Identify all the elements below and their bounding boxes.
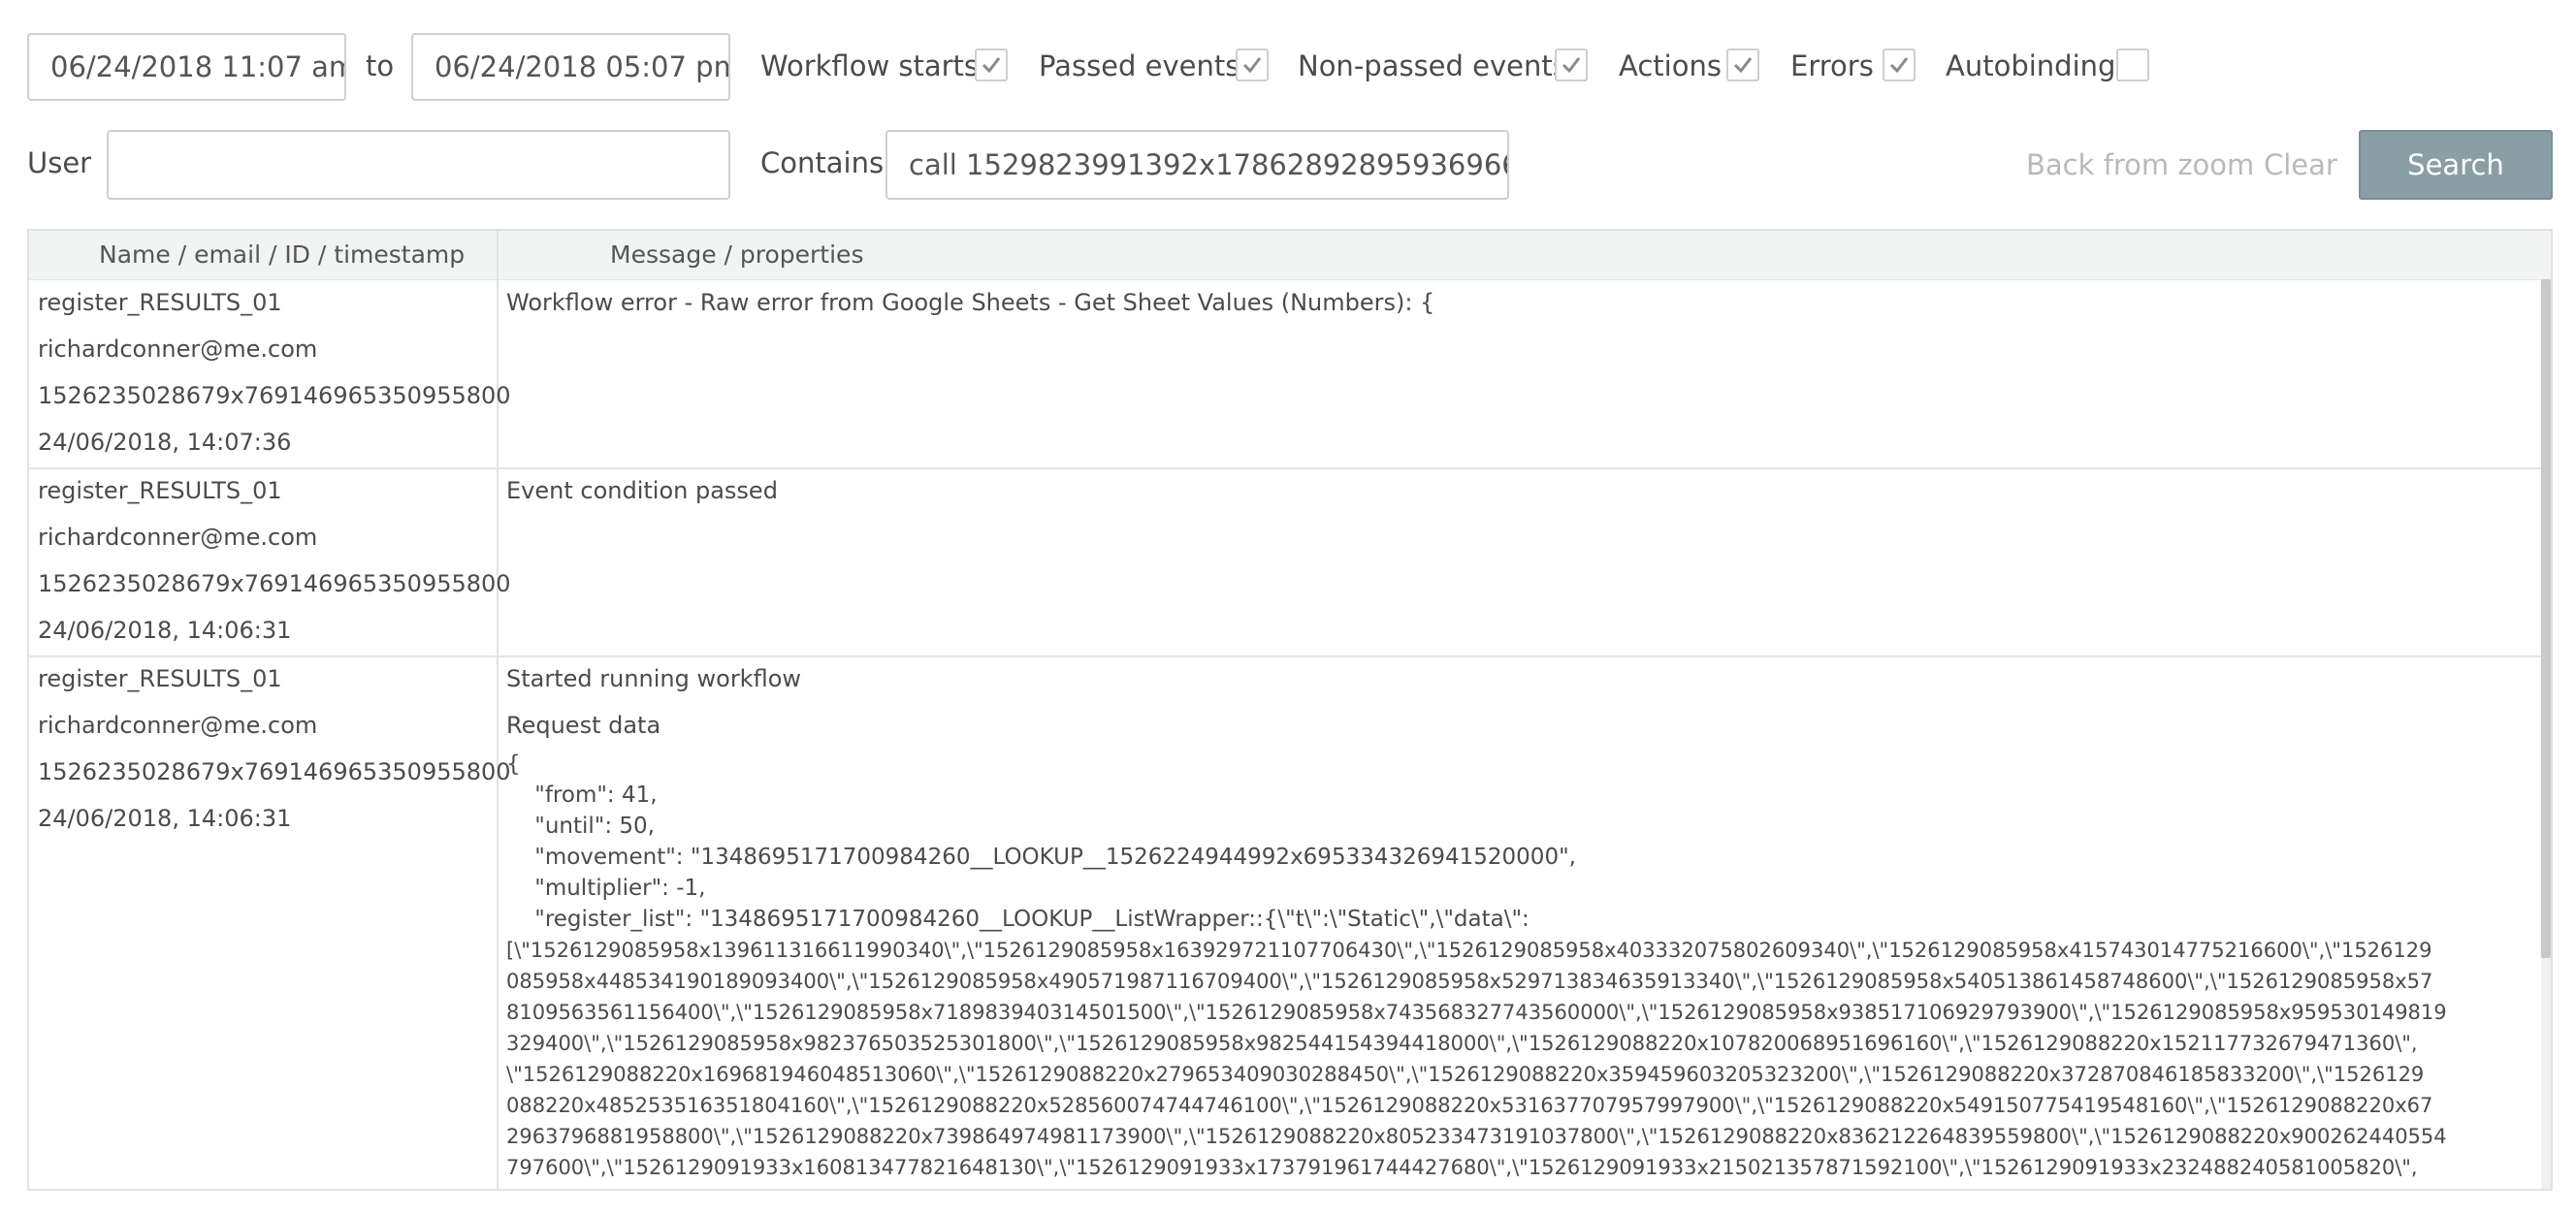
row-timestamp: 24/06/2018, 14:07:36 [38,429,292,456]
check-icon [1562,57,1581,74]
request-line: "from": 41, [506,783,658,808]
request-line: "until": 50, [506,814,655,839]
request-data-block: { "from": 41, "until": 50, "movement": "… [506,749,2524,1183]
row-email: richardconner@me.com [38,335,318,363]
column-header-name: Name / email / ID / timestamp [99,240,466,269]
message-cell: Workflow error - Raw error from Google S… [506,279,2524,326]
check-icon [1242,57,1262,74]
autobinding-label: Autobinding [1946,49,2116,82]
table-row[interactable]: register_RESULTS_01 richardconner@me.com… [29,655,2541,1189]
row-id: 1526235028679x769146965350955800 [38,382,511,409]
column-header-message: Message / properties [610,240,864,269]
row-name: register_RESULTS_01 [38,665,282,692]
check-icon [1889,57,1909,74]
errors-checkbox[interactable] [1883,48,1916,81]
message-cell: Started running workflow Request data { … [506,655,2524,1183]
user-input[interactable] [107,130,730,200]
back-from-zoom-link[interactable]: Back from zoom [2026,145,2254,184]
passed-events-checkbox[interactable] [1236,48,1269,81]
request-line: "register_list": "1348695171700984260__L… [506,907,1530,932]
date-from-input[interactable]: 06/24/2018 11:07 am [27,33,346,101]
non-passed-events-checkbox[interactable] [1555,48,1588,81]
scrollbar-thumb[interactable] [2541,279,2551,958]
table-row[interactable]: register_RESULTS_01 richardconner@me.com… [29,279,2541,469]
request-line: 2963796881958800\",\"1526129088220x73986… [506,1125,2447,1148]
request-line: 088220x485253516351804160\",\"1526129088… [506,1094,2433,1117]
passed-events-label: Passed events [1039,49,1240,82]
contains-label: Contains [760,146,885,179]
request-line: 797600\",\"1526129091933x160813477821648… [506,1156,2418,1179]
row-name: register_RESULTS_01 [38,289,282,316]
identity-cell: register_RESULTS_01 richardconner@me.com… [38,279,511,465]
table-row[interactable]: register_RESULTS_01 richardconner@me.com… [29,467,2541,657]
row-id: 1526235028679x769146965350955800 [38,758,511,785]
user-label: User [27,146,92,179]
date-to-input[interactable]: 06/24/2018 05:07 pm [411,33,730,101]
request-line: "multiplier": -1, [506,876,706,901]
request-line: "movement": "1348695171700984260__LOOKUP… [506,845,1576,870]
request-line: 8109563561156400\",\"1526129085958x71898… [506,1001,2447,1024]
actions-checkbox[interactable] [1726,48,1759,81]
results-table: Name / email / ID / timestamp Message / … [27,229,2553,1191]
check-icon [982,57,1001,74]
to-label: to [366,49,395,82]
request-data-label: Request data [506,712,661,739]
workflow-starts-label: Workflow starts [760,49,980,82]
row-timestamp: 24/06/2018, 14:06:31 [38,805,292,832]
request-line: 329400\",\"1526129085958x982376503525301… [506,1032,2418,1055]
request-line: [\"1526129085958x139611316611990340\",\"… [506,939,2432,962]
check-icon [1733,57,1753,74]
row-message: Event condition passed [506,477,778,504]
workflow-starts-checkbox[interactable] [975,48,1008,81]
request-line: \"1526129088220x169681946048513060\",\"1… [506,1063,2425,1086]
message-cell: Event condition passed [506,467,2524,514]
row-message: Started running workflow [506,665,802,692]
autobinding-checkbox[interactable] [2116,48,2149,81]
contains-input[interactable]: call 1529823991392x178628928959369660 [886,130,1509,200]
identity-cell: register_RESULTS_01 richardconner@me.com… [38,655,511,842]
row-timestamp: 24/06/2018, 14:06:31 [38,617,292,644]
search-button[interactable]: Search [2359,130,2553,200]
row-message: Workflow error - Raw error from Google S… [506,289,1435,316]
non-passed-events-label: Non-passed events [1298,49,1567,82]
errors-label: Errors [1790,49,1874,82]
actions-label: Actions [1619,49,1722,82]
identity-cell: register_RESULTS_01 richardconner@me.com… [38,467,511,654]
row-id: 1526235028679x769146965350955800 [38,570,511,597]
request-line: { [506,751,521,777]
row-email: richardconner@me.com [38,712,318,739]
row-name: register_RESULTS_01 [38,477,282,504]
clear-link[interactable]: Clear [2264,145,2337,184]
request-line: 085958x448534190189093400\",\"1526129085… [506,970,2433,993]
table-scrollbar[interactable] [2541,279,2551,1189]
table-header: Name / email / ID / timestamp Message / … [29,231,2551,280]
row-email: richardconner@me.com [38,524,318,551]
